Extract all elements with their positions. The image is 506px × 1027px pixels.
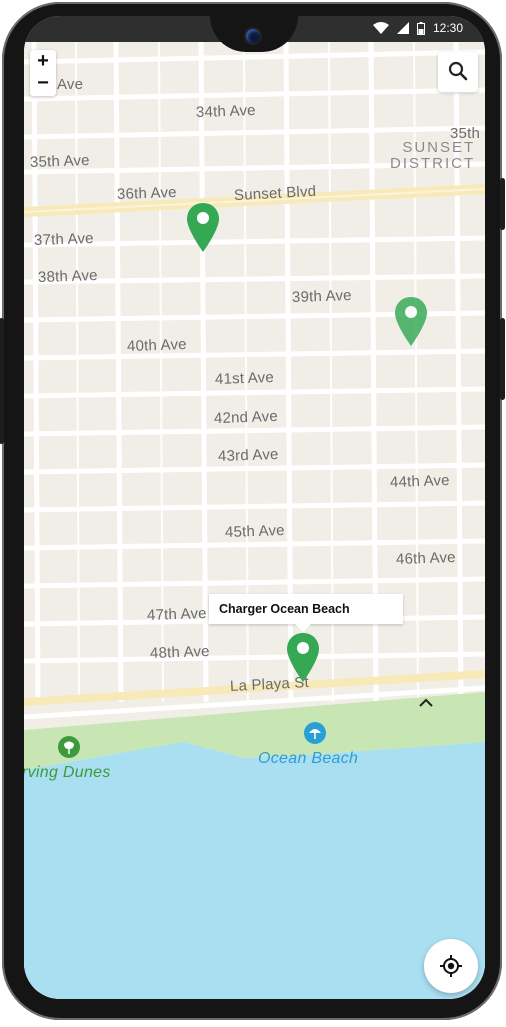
street-label-39th: 39th Ave: [291, 286, 352, 307]
street-label-45th: 45th Ave: [224, 521, 285, 542]
street-label-37th: 37th Ave: [33, 229, 94, 250]
street-label-44th: 44th Ave: [389, 471, 450, 492]
charger-callout[interactable]: Charger Ocean Beach: [209, 594, 403, 624]
street-label-48th: 48th Ave: [149, 642, 210, 663]
map-pin-icon: [395, 297, 427, 346]
status-time: 12:30: [432, 21, 463, 35]
zoom-in-button[interactable]: +: [30, 50, 56, 72]
callout-tip: [295, 624, 311, 632]
zoom-control: + −: [30, 50, 56, 96]
poi-label-dunes[interactable]: rving Dunes: [24, 764, 111, 782]
cellular-signal-icon: [396, 22, 409, 34]
district-label-line1: SUNSET: [402, 139, 476, 156]
locate-me-button[interactable]: [424, 939, 478, 993]
search-button[interactable]: [438, 52, 478, 92]
poi-label-ocean-beach[interactable]: Ocean Beach: [258, 750, 358, 768]
map-view[interactable]: 3 4 Ave 34th Ave 35th Ave 35th 36th Ave …: [24, 42, 485, 999]
street-label-46th: 46th Ave: [395, 548, 456, 569]
screen: 3 4 Ave 34th Ave 35th Ave 35th 36th Ave …: [24, 16, 485, 999]
street-label-34th: 34th Ave: [195, 101, 256, 122]
crosshair-icon: [440, 955, 462, 977]
wifi-icon: [372, 22, 389, 34]
street-label-47th: 47th Ave: [146, 604, 207, 625]
map-pin-icon: [287, 633, 319, 682]
street-label-36th: 36th Ave: [116, 183, 177, 204]
front-camera: [246, 29, 260, 43]
battery-icon: [416, 21, 425, 35]
side-button-left: [0, 318, 4, 444]
street-label-38th: 38th Ave: [37, 266, 98, 287]
search-icon: [448, 61, 468, 81]
status-icons: 12:30: [372, 21, 463, 35]
chevron-up-icon[interactable]: [417, 696, 435, 710]
street-label-42nd: 42nd Ave: [213, 407, 279, 428]
power-button: [500, 178, 505, 230]
street-label-43rd: 43rd Ave: [217, 445, 279, 466]
street-label-35th: 35th Ave: [29, 151, 90, 172]
map-pin-icon: [187, 203, 219, 252]
street-label-41st: 41st Ave: [214, 368, 275, 389]
district-label: SUNSET DISTRICT: [390, 140, 475, 172]
phone-frame: 3 4 Ave 34th Ave 35th Ave 35th 36th Ave …: [0, 2, 505, 1020]
street-label-40th: 40th Ave: [126, 335, 187, 356]
zoom-out-button[interactable]: −: [30, 72, 56, 94]
park-tree-icon[interactable]: [58, 736, 80, 758]
district-label-line2: DISTRICT: [390, 155, 476, 172]
volume-button: [500, 318, 505, 400]
beach-umbrella-icon[interactable]: [304, 722, 326, 744]
